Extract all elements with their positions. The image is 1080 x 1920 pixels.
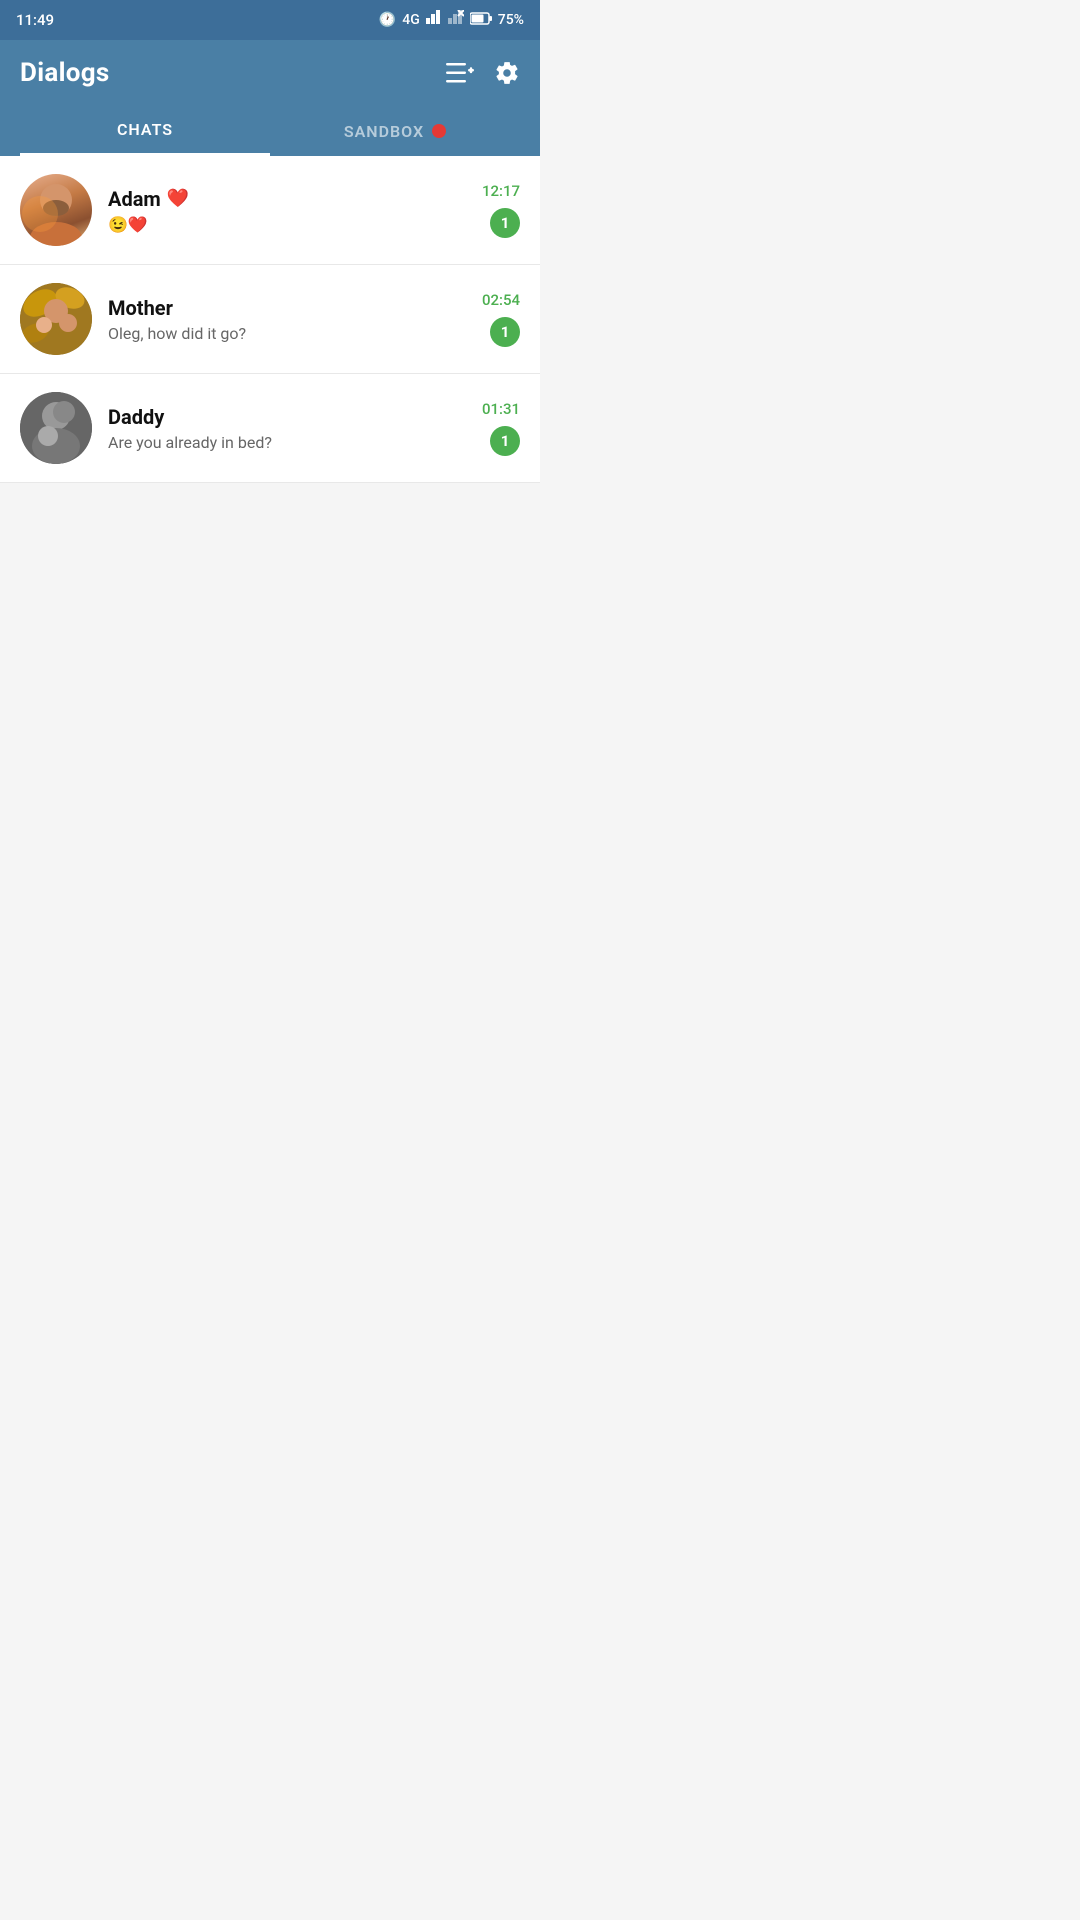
tab-sandbox-label: SANDBOX [344,122,424,141]
chat-content-adam: Adam ❤️ 😉❤️ [108,187,472,234]
tab-chats[interactable]: CHATS [20,106,270,156]
status-time: 11:49 [16,11,54,29]
chat-meta-mother: 02:54 1 [482,291,520,347]
chat-name-row-mother: Mother [108,296,472,320]
signal-x-icon [448,10,464,30]
chat-name-mother: Mother [108,296,173,320]
chat-name-row-daddy: Daddy [108,405,472,429]
settings-icon[interactable] [494,60,520,86]
avatar-mother [20,283,92,355]
chat-meta-daddy: 01:31 1 [482,400,520,456]
chat-time-mother: 02:54 [482,291,520,309]
chat-name-row-adam: Adam ❤️ [108,187,472,211]
chat-time-daddy: 01:31 [482,400,520,418]
chat-item-mother[interactable]: Mother Oleg, how did it go? 02:54 1 [0,265,540,374]
unread-badge-mother: 1 [490,317,520,347]
header-actions [446,60,520,86]
add-chat-icon[interactable] [446,61,474,85]
signal-icon [426,10,442,30]
chat-name-adam: Adam [108,187,161,211]
chat-time-adam: 12:17 [482,182,520,200]
chat-name-daddy: Daddy [108,405,164,429]
status-bar: 11:49 🕐 4G [0,0,540,40]
unread-badge-adam: 1 [490,208,520,238]
tabs: CHATS SANDBOX [20,106,520,156]
chat-preview-daddy: Are you already in bed? [108,433,472,452]
page-title: Dialogs [20,58,110,88]
tab-sandbox[interactable]: SANDBOX [270,108,520,155]
avatar-adam [20,174,92,246]
clock-icon: 🕐 [379,12,396,28]
chat-list: Adam ❤️ 😉❤️ 12:17 1 [0,156,540,483]
chat-preview-emoji-adam: 😉❤️ [108,215,148,234]
battery-label: 75% [498,12,524,28]
chat-item-daddy[interactable]: Daddy Are you already in bed? 01:31 1 [0,374,540,483]
chat-meta-adam: 12:17 1 [482,182,520,238]
header: Dialogs CHATS SANDBOX [0,40,540,156]
chat-preview-mother: Oleg, how did it go? [108,324,472,343]
network-label: 4G [402,12,420,28]
chat-name-emoji-adam: ❤️ [167,188,189,209]
chat-content-daddy: Daddy Are you already in bed? [108,405,472,452]
unread-badge-daddy: 1 [490,426,520,456]
avatar-daddy [20,392,92,464]
sandbox-notification-dot [432,124,446,138]
chat-item-adam[interactable]: Adam ❤️ 😉❤️ 12:17 1 [0,156,540,265]
battery-icon [470,12,492,29]
chat-content-mother: Mother Oleg, how did it go? [108,296,472,343]
chat-preview-adam: 😉❤️ [108,215,472,234]
header-top: Dialogs [20,58,520,88]
status-right: 🕐 4G 75% [379,10,524,30]
